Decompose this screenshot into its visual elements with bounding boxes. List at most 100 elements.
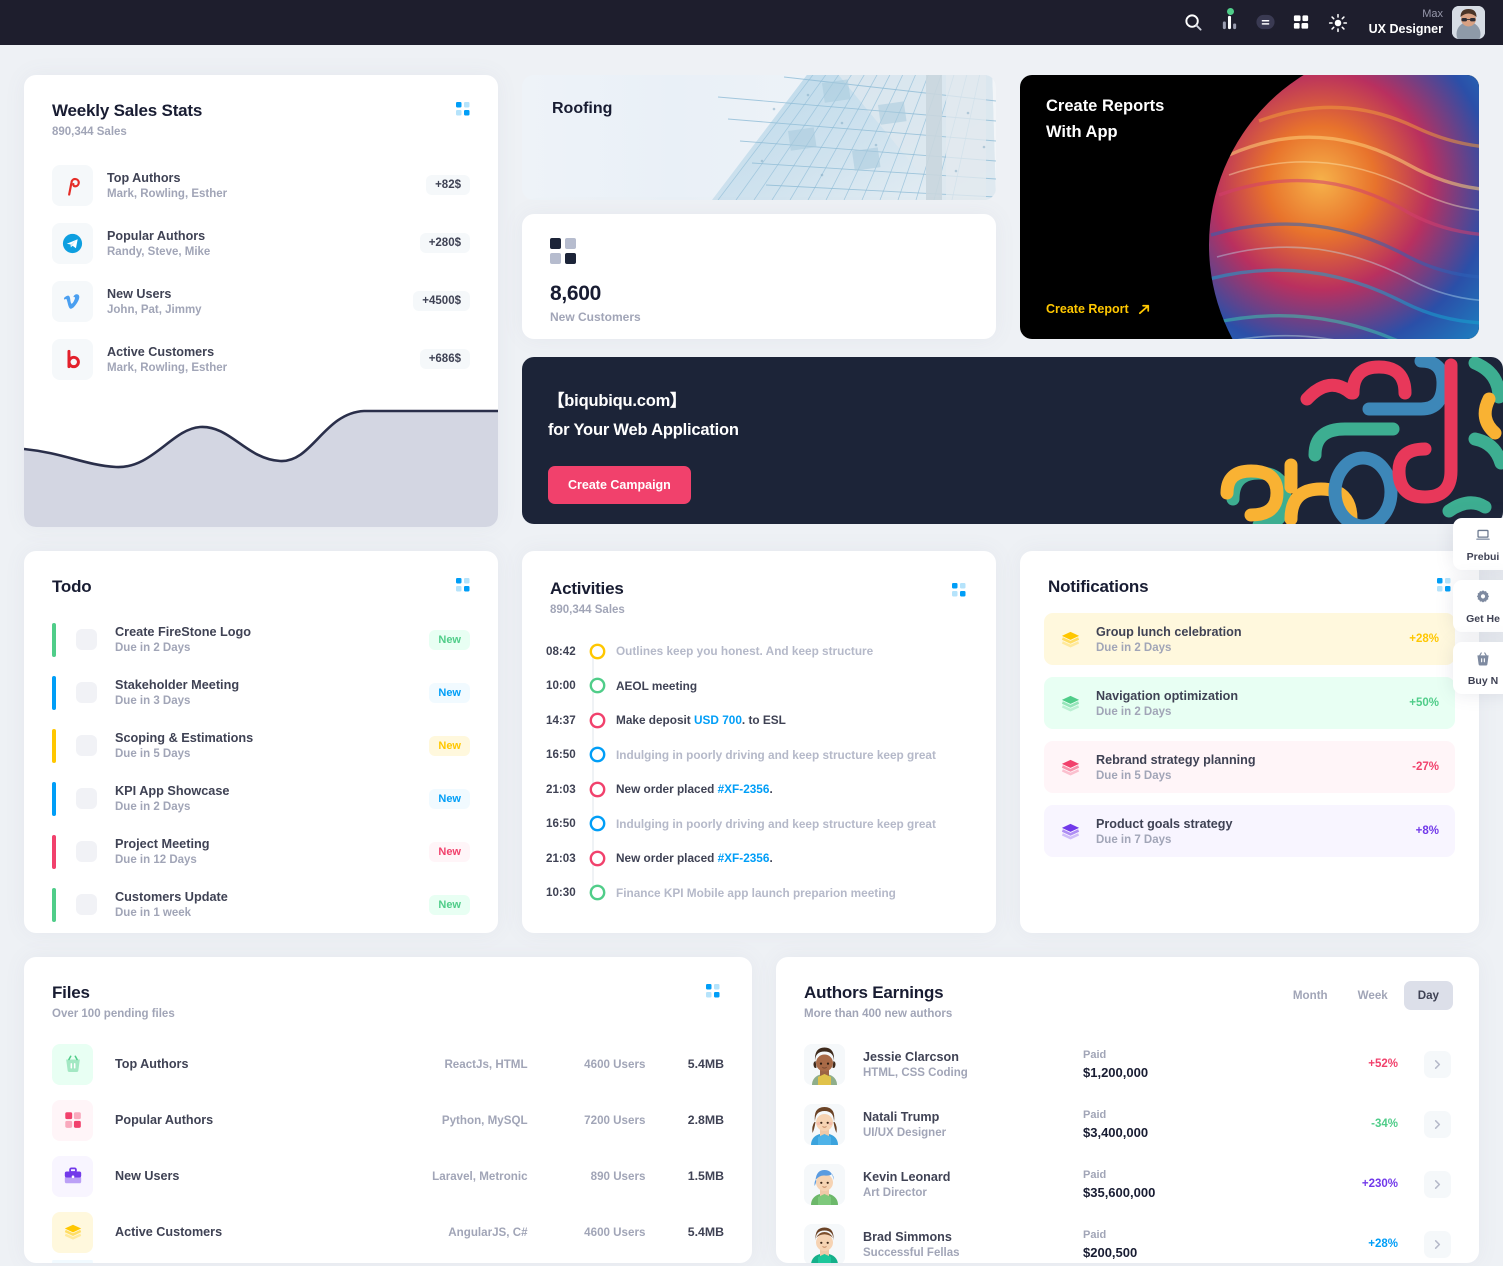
todo-item[interactable]: Customers Update Due in 1 week New — [52, 878, 470, 931]
activity-time: 08:42 — [546, 644, 576, 658]
list-item-title: New Users — [107, 286, 172, 301]
vimeo-icon — [52, 280, 93, 322]
activity-marker — [592, 818, 603, 830]
priority-bar — [52, 781, 56, 816]
earnings-header: Authors Earnings More than 400 new autho… — [776, 957, 1479, 1020]
grid-dots-icon[interactable] — [456, 578, 470, 597]
todo-item-due: Due in 2 Days — [115, 642, 191, 654]
activity-text: Outlines keep you honest. And keep struc… — [616, 644, 874, 659]
search-icon[interactable] — [1177, 6, 1211, 40]
notifications-header: Notifications — [1020, 551, 1479, 597]
create-report-link[interactable]: Create Report — [1046, 302, 1151, 316]
side-panel-button[interactable]: Prebui — [1453, 518, 1503, 570]
layers-icon — [1061, 759, 1080, 776]
table-row[interactable]: New Users Laravel, Metronic 890 Users 1.… — [24, 1148, 752, 1204]
grid-dots-icon[interactable] — [706, 984, 720, 1003]
chevron-right-icon[interactable] — [1424, 1230, 1451, 1258]
quad-squares-icon — [550, 238, 968, 264]
files-title: Files — [52, 983, 90, 1002]
chevron-right-icon[interactable] — [1424, 1110, 1451, 1138]
todo-item[interactable]: Scoping & Estimations Due in 5 Days New — [52, 719, 470, 772]
avatar — [804, 1163, 845, 1205]
list-item[interactable]: New Users John, Pat, Jimmy +4500$ — [52, 272, 470, 330]
side-panel-label: Get He — [1466, 613, 1500, 625]
todo-card: Todo Create FireStone Logo Due in 2 Days… — [24, 551, 498, 933]
chat-icon[interactable] — [1249, 6, 1283, 40]
grid-dots-icon[interactable] — [456, 102, 470, 121]
activity-body: AEOL meeting — [616, 679, 697, 693]
list-item-title: Popular Authors — [107, 228, 206, 243]
table-row[interactable]: Kevin Leonard Art Director Paid $35,600,… — [776, 1154, 1479, 1214]
activity-body: Indulging in poorly driving and keep str… — [616, 817, 936, 831]
activity-link[interactable]: USD 700 — [694, 713, 742, 727]
grid-icon[interactable] — [1285, 6, 1319, 40]
activity-item[interactable]: 16:50 Indulging in poorly driving and ke… — [546, 738, 968, 773]
todo-item-body: KPI App Showcase Due in 2 Days — [115, 784, 429, 813]
list-item-body: New Users John, Pat, Jimmy — [107, 287, 413, 316]
todo-item[interactable]: Stakeholder Meeting Due in 3 Days New — [52, 666, 470, 719]
todo-item[interactable]: Project Meeting Due in 12 Days New — [52, 825, 470, 878]
table-row[interactable]: Popular Authors Python, MySQL 7200 Users… — [24, 1092, 752, 1148]
grid-dots-icon[interactable] — [952, 583, 966, 602]
theme-icon[interactable] — [1321, 6, 1355, 40]
notification-item[interactable]: Navigation optimization Due in 2 Days +5… — [1044, 677, 1455, 729]
todo-checkbox[interactable] — [76, 894, 97, 915]
roofing-card[interactable]: Roofing — [522, 75, 996, 200]
grid-dots-icon[interactable] — [1437, 578, 1451, 597]
todo-item-title: KPI App Showcase — [115, 784, 230, 798]
activity-item[interactable]: 21:03 New order placed #XF-2356. — [546, 772, 968, 807]
list-item[interactable]: Top Authors Mark, Rowling, Esther +82$ — [52, 156, 470, 214]
avatar[interactable] — [1452, 6, 1485, 39]
todo-checkbox[interactable] — [76, 629, 97, 650]
table-row[interactable] — [24, 1260, 752, 1263]
file-tech: AngularJS, C# — [448, 1225, 528, 1239]
activity-link[interactable]: #XF-2356 — [718, 851, 770, 865]
arrow-right-icon — [1138, 304, 1149, 314]
table-row[interactable]: Active Customers AngularJS, C# 4600 User… — [24, 1204, 752, 1260]
table-row[interactable]: Jessie Clarcson HTML, CSS Coding Paid $1… — [776, 1034, 1479, 1094]
chart-bar-icon[interactable] — [1213, 6, 1247, 40]
weekly-sales-subtitle: 890,344 Sales — [52, 126, 127, 138]
file-type-icon — [52, 1260, 93, 1263]
todo-checkbox[interactable] — [76, 682, 97, 703]
user-menu[interactable]: Max UX Designer — [1369, 6, 1485, 39]
chevron-right-icon[interactable] — [1424, 1170, 1451, 1198]
create-campaign-button[interactable]: Create Campaign — [548, 466, 691, 504]
activity-item[interactable]: 08:42 Outlines keep you honest. And keep… — [546, 634, 968, 669]
author-paid: Paid $200,500 — [1083, 1229, 1313, 1260]
todo-checkbox[interactable] — [76, 788, 97, 809]
side-panel-button[interactable]: Get He — [1453, 580, 1503, 632]
chevron-right-icon[interactable] — [1424, 1050, 1451, 1078]
todo-item[interactable]: KPI App Showcase Due in 2 Days New — [52, 772, 470, 825]
activity-item[interactable]: 14:37 Make deposit USD 700. to ESL — [546, 703, 968, 738]
todo-checkbox[interactable] — [76, 735, 97, 756]
beats-icon — [52, 338, 93, 380]
toggle-day[interactable]: Day — [1403, 981, 1453, 1010]
table-row[interactable]: Natali Trump UI/UX Designer Paid $3,400,… — [776, 1094, 1479, 1154]
side-panel-button[interactable]: Buy N — [1453, 642, 1503, 694]
priority-bar — [52, 622, 56, 657]
paid-label: Paid — [1083, 1108, 1107, 1121]
activity-item[interactable]: 21:03 New order placed #XF-2356. — [546, 841, 968, 876]
table-row[interactable]: Brad Simmons Successful Fellas Paid $200… — [776, 1214, 1479, 1263]
campaign-content: 【biqubiqu.com】 for Your Web Application … — [522, 357, 1503, 504]
activity-marker — [592, 783, 603, 795]
activity-item[interactable]: 16:50 Indulging in poorly driving and ke… — [546, 807, 968, 842]
list-item[interactable]: Popular Authors Randy, Steve, Mike +280$ — [52, 214, 470, 272]
todo-item[interactable]: Create FireStone Logo Due in 2 Days New — [52, 613, 470, 666]
notification-item[interactable]: Rebrand strategy planning Due in 5 Days … — [1044, 741, 1455, 793]
activity-item[interactable]: 10:30 Finance KPI Mobile app launch prep… — [546, 876, 968, 911]
toggle-month[interactable]: Month — [1279, 981, 1342, 1010]
activity-link[interactable]: #XF-2356 — [718, 782, 770, 796]
files-card: Files Over 100 pending files Top Authors… — [24, 957, 752, 1263]
notification-item[interactable]: Group lunch celebration Due in 2 Days +2… — [1044, 613, 1455, 665]
todo-checkbox[interactable] — [76, 841, 97, 862]
list-item[interactable]: Active Customers Mark, Rowling, Esther +… — [52, 330, 470, 388]
activity-item[interactable]: 10:00 AEOL meeting — [546, 669, 968, 704]
toggle-week[interactable]: Week — [1344, 981, 1402, 1010]
file-tech: Laravel, Metronic — [432, 1169, 528, 1183]
notification-item[interactable]: Product goals strategy Due in 7 Days +8% — [1044, 805, 1455, 857]
period-toggle[interactable]: Month Week Day — [1279, 981, 1453, 1010]
files-table: Top Authors ReactJs, HTML 4600 Users 5.4… — [24, 1020, 752, 1263]
table-row[interactable]: Top Authors ReactJs, HTML 4600 Users 5.4… — [24, 1036, 752, 1092]
